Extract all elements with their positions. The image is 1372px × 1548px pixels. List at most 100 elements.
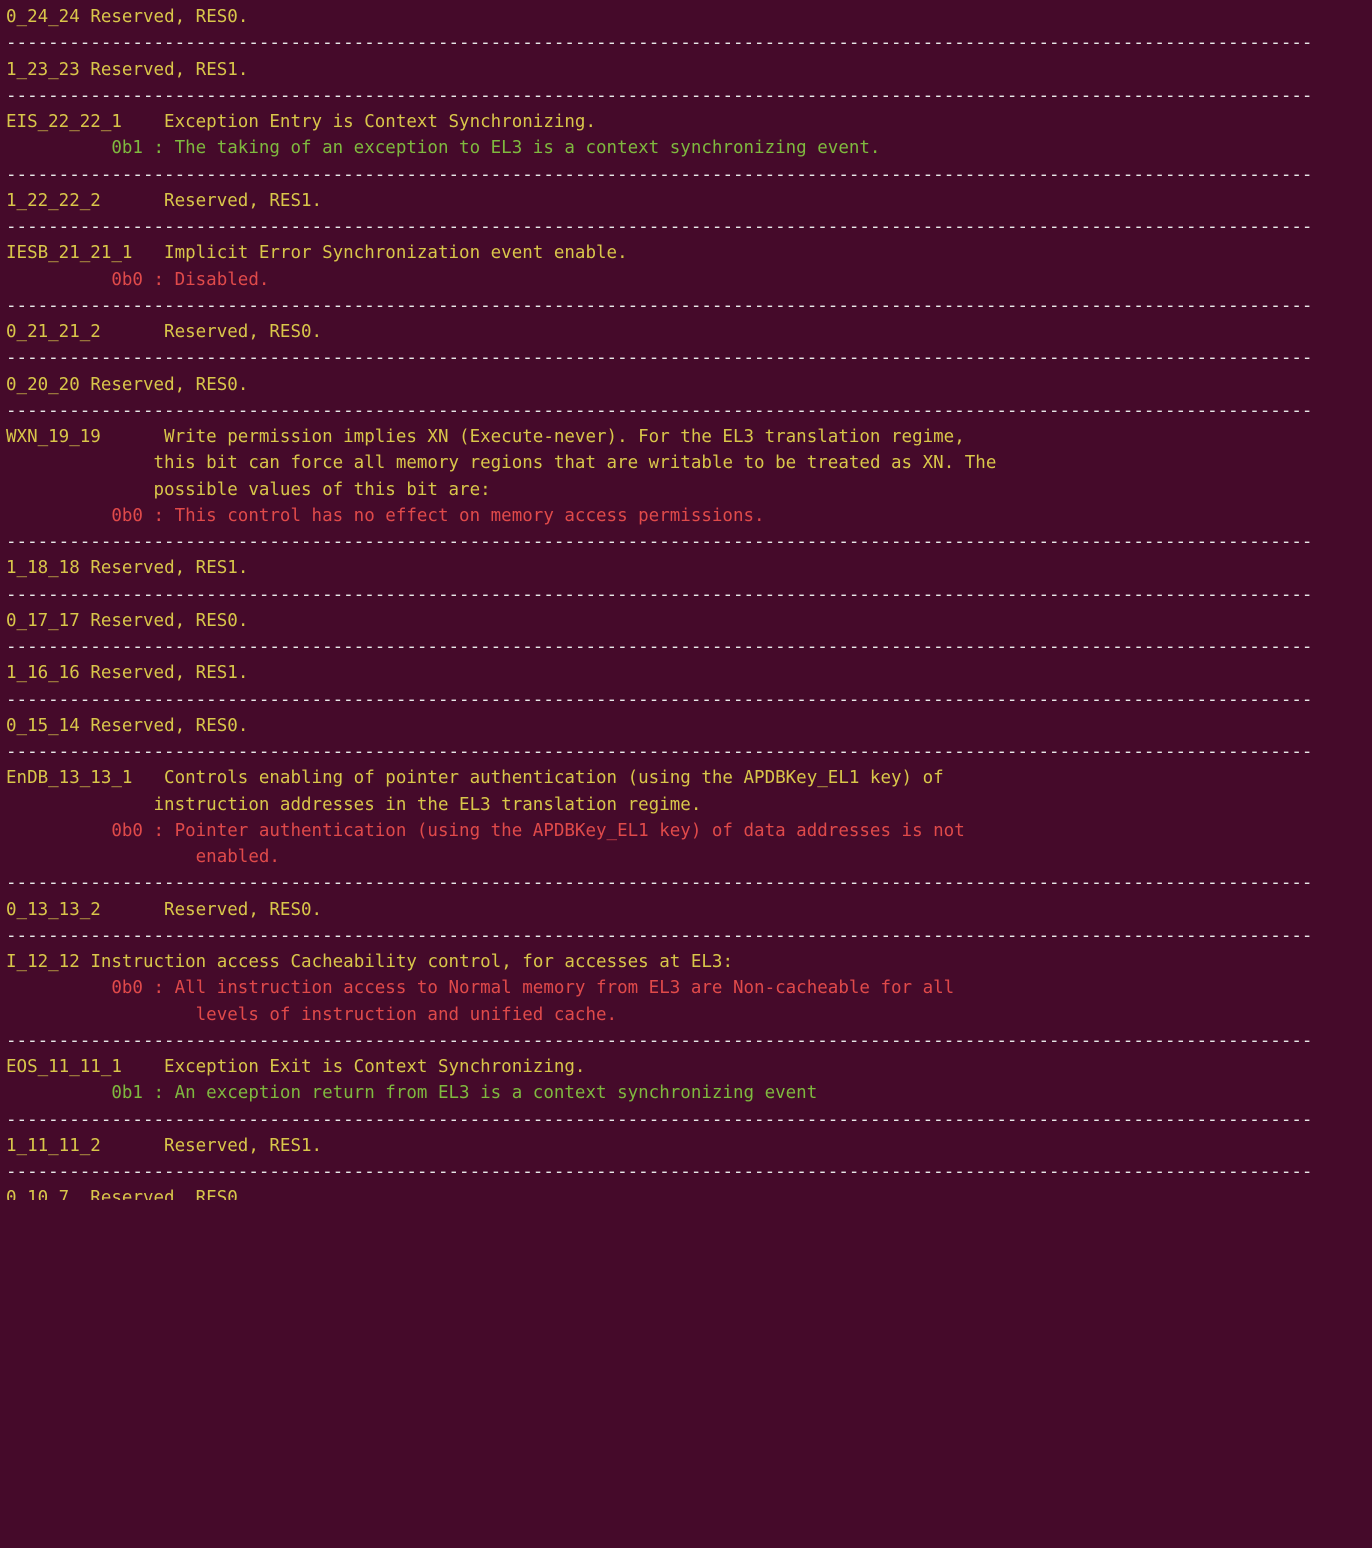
field-desc-cont: possible values of this bit are: — [6, 477, 1366, 503]
field-entry: 0_13_13_2Reserved, RES0. — [6, 897, 1366, 923]
field-desc-text: Instruction access Cacheability control,… — [90, 949, 733, 975]
field-entry: 0_10_7 Reserved, RES0. — [6, 1185, 1366, 1200]
field-entry: I_12_12 Instruction access Cacheability … — [6, 949, 1366, 975]
field-desc-text: Exception Exit is Context Synchronizing. — [164, 1054, 585, 1080]
separator: ----------------------------------------… — [6, 345, 1366, 371]
separator: ----------------------------------------… — [6, 398, 1366, 424]
field-label: 1_16_16 — [6, 660, 80, 686]
field-desc-cont-text: possible values of this bit are: — [6, 477, 491, 503]
field-entry: EIS_22_22_1Exception Entry is Context Sy… — [6, 109, 1366, 135]
separator: ----------------------------------------… — [6, 870, 1366, 896]
field-desc-text: Reserved, RES0. — [90, 372, 248, 398]
bit-value: 0b0 : — [6, 503, 175, 529]
field-desc-text: Reserved, RES0. — [164, 897, 322, 923]
field-desc-text: Reserved, RES0. — [90, 608, 248, 634]
separator: ----------------------------------------… — [6, 214, 1366, 240]
bit-value-row: 0b0 :This control has no effect on memor… — [6, 503, 1366, 529]
field-desc-text: Reserved, RES1. — [90, 555, 248, 581]
field-label: IESB_21_21_1 — [6, 240, 164, 266]
field-entry: 1_16_16 Reserved, RES1. — [6, 660, 1366, 686]
field-label: 0_13_13_2 — [6, 897, 164, 923]
bit-value-row: 0b1 :The taking of an exception to EL3 i… — [6, 135, 1366, 161]
bit-desc: An exception return from EL3 is a contex… — [175, 1080, 818, 1106]
field-entry: 1_23_23 Reserved, RES1. — [6, 57, 1366, 83]
field-label: 1_18_18 — [6, 555, 80, 581]
field-entry: EOS_11_11_1Exception Exit is Context Syn… — [6, 1054, 1366, 1080]
field-entry: EnDB_13_13_1Controls enabling of pointer… — [6, 765, 1366, 791]
bit-value: 0b1 : — [6, 1080, 175, 1106]
field-desc-text: Reserved, RES0. — [90, 1185, 248, 1200]
separator: ----------------------------------------… — [6, 687, 1366, 713]
field-label: 1_11_11_2 — [6, 1133, 164, 1159]
bit-desc-cont-text: enabled. — [6, 844, 280, 870]
separator: ----------------------------------------… — [6, 739, 1366, 765]
bit-desc: The taking of an exception to EL3 is a c… — [175, 135, 881, 161]
separator: ----------------------------------------… — [6, 293, 1366, 319]
separator: ----------------------------------------… — [6, 634, 1366, 660]
bit-desc: This control has no effect on memory acc… — [175, 503, 765, 529]
bit-value-row: 0b0 :All instruction access to Normal me… — [6, 975, 1366, 1001]
field-desc-text: Reserved, RES1. — [164, 188, 322, 214]
field-label: WXN_19_19 — [6, 424, 164, 450]
field-label: EOS_11_11_1 — [6, 1054, 164, 1080]
field-desc — [80, 4, 91, 30]
separator: ----------------------------------------… — [6, 923, 1366, 949]
field-desc-cont: this bit can force all memory regions th… — [6, 450, 1366, 476]
bit-desc: All instruction access to Normal memory … — [175, 975, 955, 1001]
field-entry: IESB_21_21_1Implicit Error Synchronizati… — [6, 240, 1366, 266]
field-label: 0_15_14 — [6, 713, 80, 739]
field-desc-text: Reserved, RES0. — [90, 713, 248, 739]
field-label: 1_23_23 — [6, 57, 80, 83]
field-desc-text: Controls enabling of pointer authenticat… — [164, 765, 944, 791]
field-label: EnDB_13_13_1 — [6, 765, 164, 791]
bit-desc: Pointer authentication (using the APDBKe… — [175, 818, 965, 844]
field-desc-cont-text: this bit can force all memory regions th… — [6, 450, 996, 476]
field-entry: 0_24_24 Reserved, RES0. — [6, 4, 1366, 30]
separator: ----------------------------------------… — [6, 529, 1366, 555]
field-label: 0_24_24 — [6, 4, 80, 30]
field-desc-text: Reserved, RES1. — [164, 1133, 322, 1159]
field-label: EIS_22_22_1 — [6, 109, 164, 135]
bit-desc-cont-text: levels of instruction and unified cache. — [6, 1002, 617, 1028]
bit-desc-cont: enabled. — [6, 844, 1366, 870]
field-label: 0_21_21_2 — [6, 319, 164, 345]
field-desc-text: Reserved, RES0. — [164, 319, 322, 345]
field-entry: 0_21_21_2Reserved, RES0. — [6, 319, 1366, 345]
bit-desc: Disabled. — [175, 267, 270, 293]
field-entry: WXN_19_19Write permission implies XN (Ex… — [6, 424, 1366, 450]
field-desc-text: Reserved, RES0. — [90, 4, 248, 30]
field-label: 0_10_7 — [6, 1185, 69, 1200]
bit-value-row: 0b1 :An exception return from EL3 is a c… — [6, 1080, 1366, 1106]
bit-value: 0b0 : — [6, 267, 175, 293]
field-entry: 0_15_14 Reserved, RES0. — [6, 713, 1366, 739]
separator: ----------------------------------------… — [6, 1107, 1366, 1133]
field-entry: 0_20_20 Reserved, RES0. — [6, 372, 1366, 398]
field-label: 0_20_20 — [6, 372, 80, 398]
separator: ----------------------------------------… — [6, 1159, 1366, 1185]
field-label: 0_17_17 — [6, 608, 80, 634]
field-desc-text: Reserved, RES1. — [90, 57, 248, 83]
bit-value: 0b1 : — [6, 135, 175, 161]
field-desc-text: Reserved, RES1. — [90, 660, 248, 686]
bit-desc-cont: levels of instruction and unified cache. — [6, 1002, 1366, 1028]
field-desc-cont-text: instruction addresses in the EL3 transla… — [6, 792, 701, 818]
separator: ----------------------------------------… — [6, 162, 1366, 188]
field-label: 1_22_22_2 — [6, 188, 164, 214]
bit-value-row: 0b0 :Disabled. — [6, 267, 1366, 293]
bit-value: 0b0 : — [6, 818, 175, 844]
field-desc-text: Write permission implies XN (Execute-nev… — [164, 424, 965, 450]
terminal-output: 0_24_24 Reserved, RES0. ----------------… — [0, 0, 1372, 1204]
separator: ----------------------------------------… — [6, 582, 1366, 608]
field-entry: 1_22_22_2Reserved, RES1. — [6, 188, 1366, 214]
field-entry: 0_17_17 Reserved, RES0. — [6, 608, 1366, 634]
separator: ----------------------------------------… — [6, 1028, 1366, 1054]
field-entry: 1_18_18 Reserved, RES1. — [6, 555, 1366, 581]
field-desc-text: Implicit Error Synchronization event ena… — [164, 240, 628, 266]
field-entry: 1_11_11_2Reserved, RES1. — [6, 1133, 1366, 1159]
field-label: I_12_12 — [6, 949, 80, 975]
bit-value: 0b0 : — [6, 975, 175, 1001]
separator: ----------------------------------------… — [6, 83, 1366, 109]
field-desc-text: Exception Entry is Context Synchronizing… — [164, 109, 596, 135]
separator: ----------------------------------------… — [6, 30, 1366, 56]
bit-value-row: 0b0 :Pointer authentication (using the A… — [6, 818, 1366, 844]
